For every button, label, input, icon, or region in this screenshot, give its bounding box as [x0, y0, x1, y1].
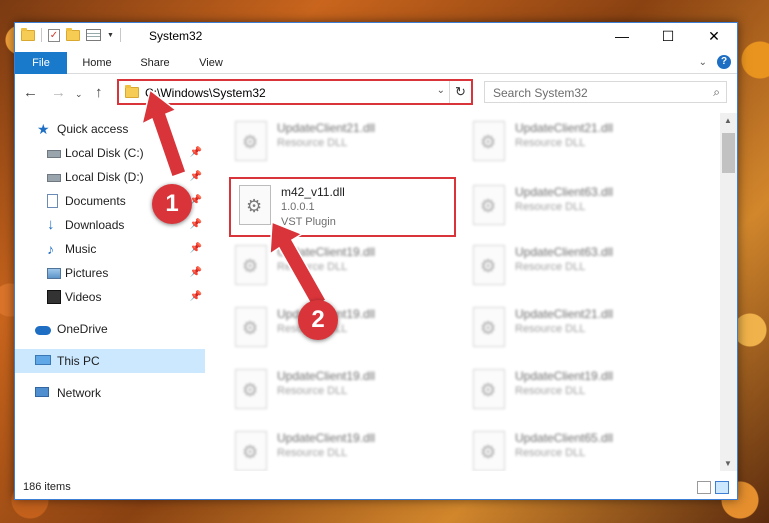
arrow-1 — [140, 88, 187, 178]
arrow-2 — [269, 220, 328, 310]
step-1-badge: 1 — [152, 184, 192, 224]
step-2-badge: 2 — [298, 300, 338, 340]
annotation-layer — [140, 88, 328, 310]
